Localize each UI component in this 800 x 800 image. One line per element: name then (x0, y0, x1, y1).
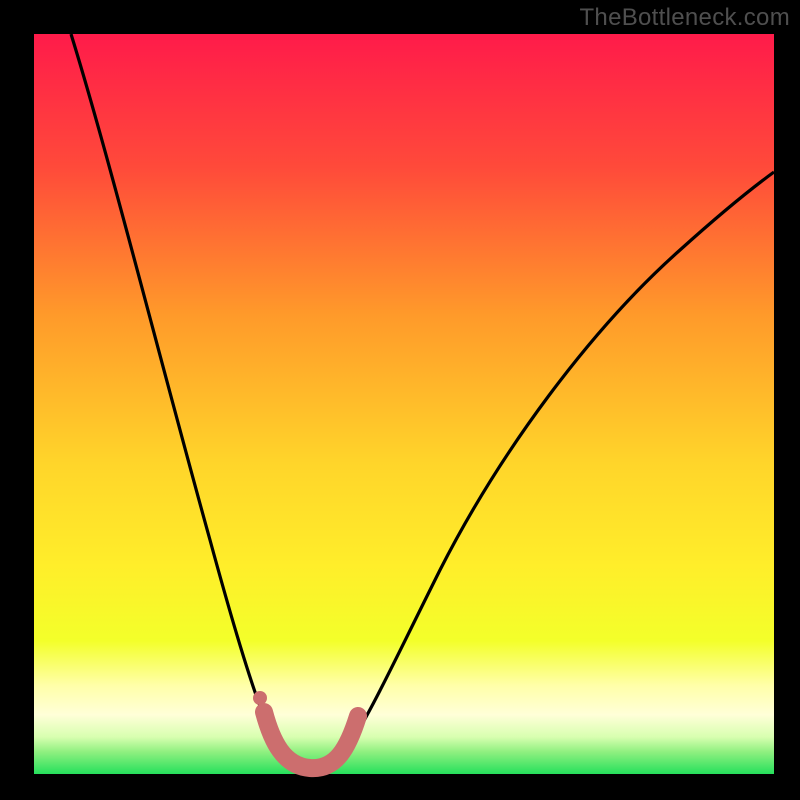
plot-background (34, 34, 774, 774)
watermark-text: TheBottleneck.com (579, 4, 790, 32)
chart-svg (0, 0, 800, 800)
chart-canvas (0, 0, 800, 800)
valley-marker-dot (253, 691, 267, 705)
